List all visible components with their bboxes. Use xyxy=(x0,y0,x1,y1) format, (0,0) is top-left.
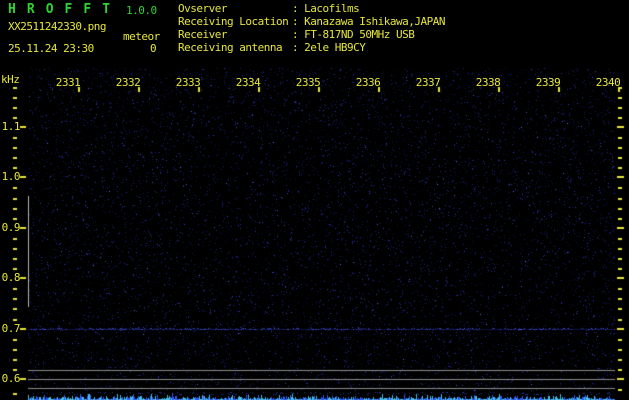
app-title: H R O F F T xyxy=(8,2,112,17)
time-tick-label: 2336 xyxy=(355,76,381,89)
info-row-receiver: Receiver: FT-817ND 50MHz USB xyxy=(178,28,445,41)
time-tick-label: 2340 xyxy=(595,76,621,89)
info-separator: : xyxy=(292,28,299,41)
info-separator: : xyxy=(292,2,299,15)
info-value: Lacofilms xyxy=(304,2,360,15)
info-row-location: Receiving Location: Kanazawa Ishikawa,JAP… xyxy=(178,15,445,28)
time-tick-label: 2333 xyxy=(175,76,201,89)
info-label: Receiving antenna xyxy=(178,41,283,54)
time-tick-label: 2337 xyxy=(415,76,441,89)
time-tick-label: 2339 xyxy=(535,76,561,89)
info-value: 2ele HB9CY xyxy=(304,41,366,54)
info-separator: : xyxy=(292,15,299,28)
freq-tick-label: 0.6 xyxy=(1,372,21,385)
time-tick-label: 2335 xyxy=(295,76,321,89)
freq-axis-unit: kHz xyxy=(1,73,20,86)
info-label: Ovserver xyxy=(178,2,227,15)
time-tick-label: 2338 xyxy=(475,76,501,89)
freq-tick-label: 0.7 xyxy=(1,322,21,335)
time-tick-label: 2334 xyxy=(235,76,261,89)
info-label: Receiving Location xyxy=(178,15,289,28)
hrofft-window: H R O F F T 1.0.0 XX2511242330.png meteo… xyxy=(0,0,629,400)
freq-tick-label: 1.0 xyxy=(1,170,21,183)
info-value: FT-817ND 50MHz USB xyxy=(304,28,415,41)
output-filename: XX2511242330.png xyxy=(8,20,106,33)
info-separator: : xyxy=(292,41,299,54)
freq-tick-label: 0.9 xyxy=(1,221,21,234)
freq-tick-label: 1.1 xyxy=(1,120,21,133)
station-info: Ovserver: Lacofilms Receiving Location: Ka… xyxy=(178,2,445,54)
timestamp: 25.11.24 23:30 xyxy=(8,42,94,55)
info-value: Kanazawa Ishikawa,JAPAN xyxy=(304,15,445,28)
time-tick-label: 2332 xyxy=(115,76,141,89)
info-row-antenna: Receiving antenna:2ele HB9CY xyxy=(178,41,445,54)
spectrogram-canvas xyxy=(0,0,629,400)
info-row-observer: Ovserver: Lacofilms xyxy=(178,2,445,15)
freq-tick-label: 0.8 xyxy=(1,271,21,284)
app-version: 1.0.0 xyxy=(126,4,157,17)
time-tick-label: 2331 xyxy=(55,76,81,89)
meteor-count: 0 xyxy=(150,42,157,55)
info-label: Receiver xyxy=(178,28,227,41)
